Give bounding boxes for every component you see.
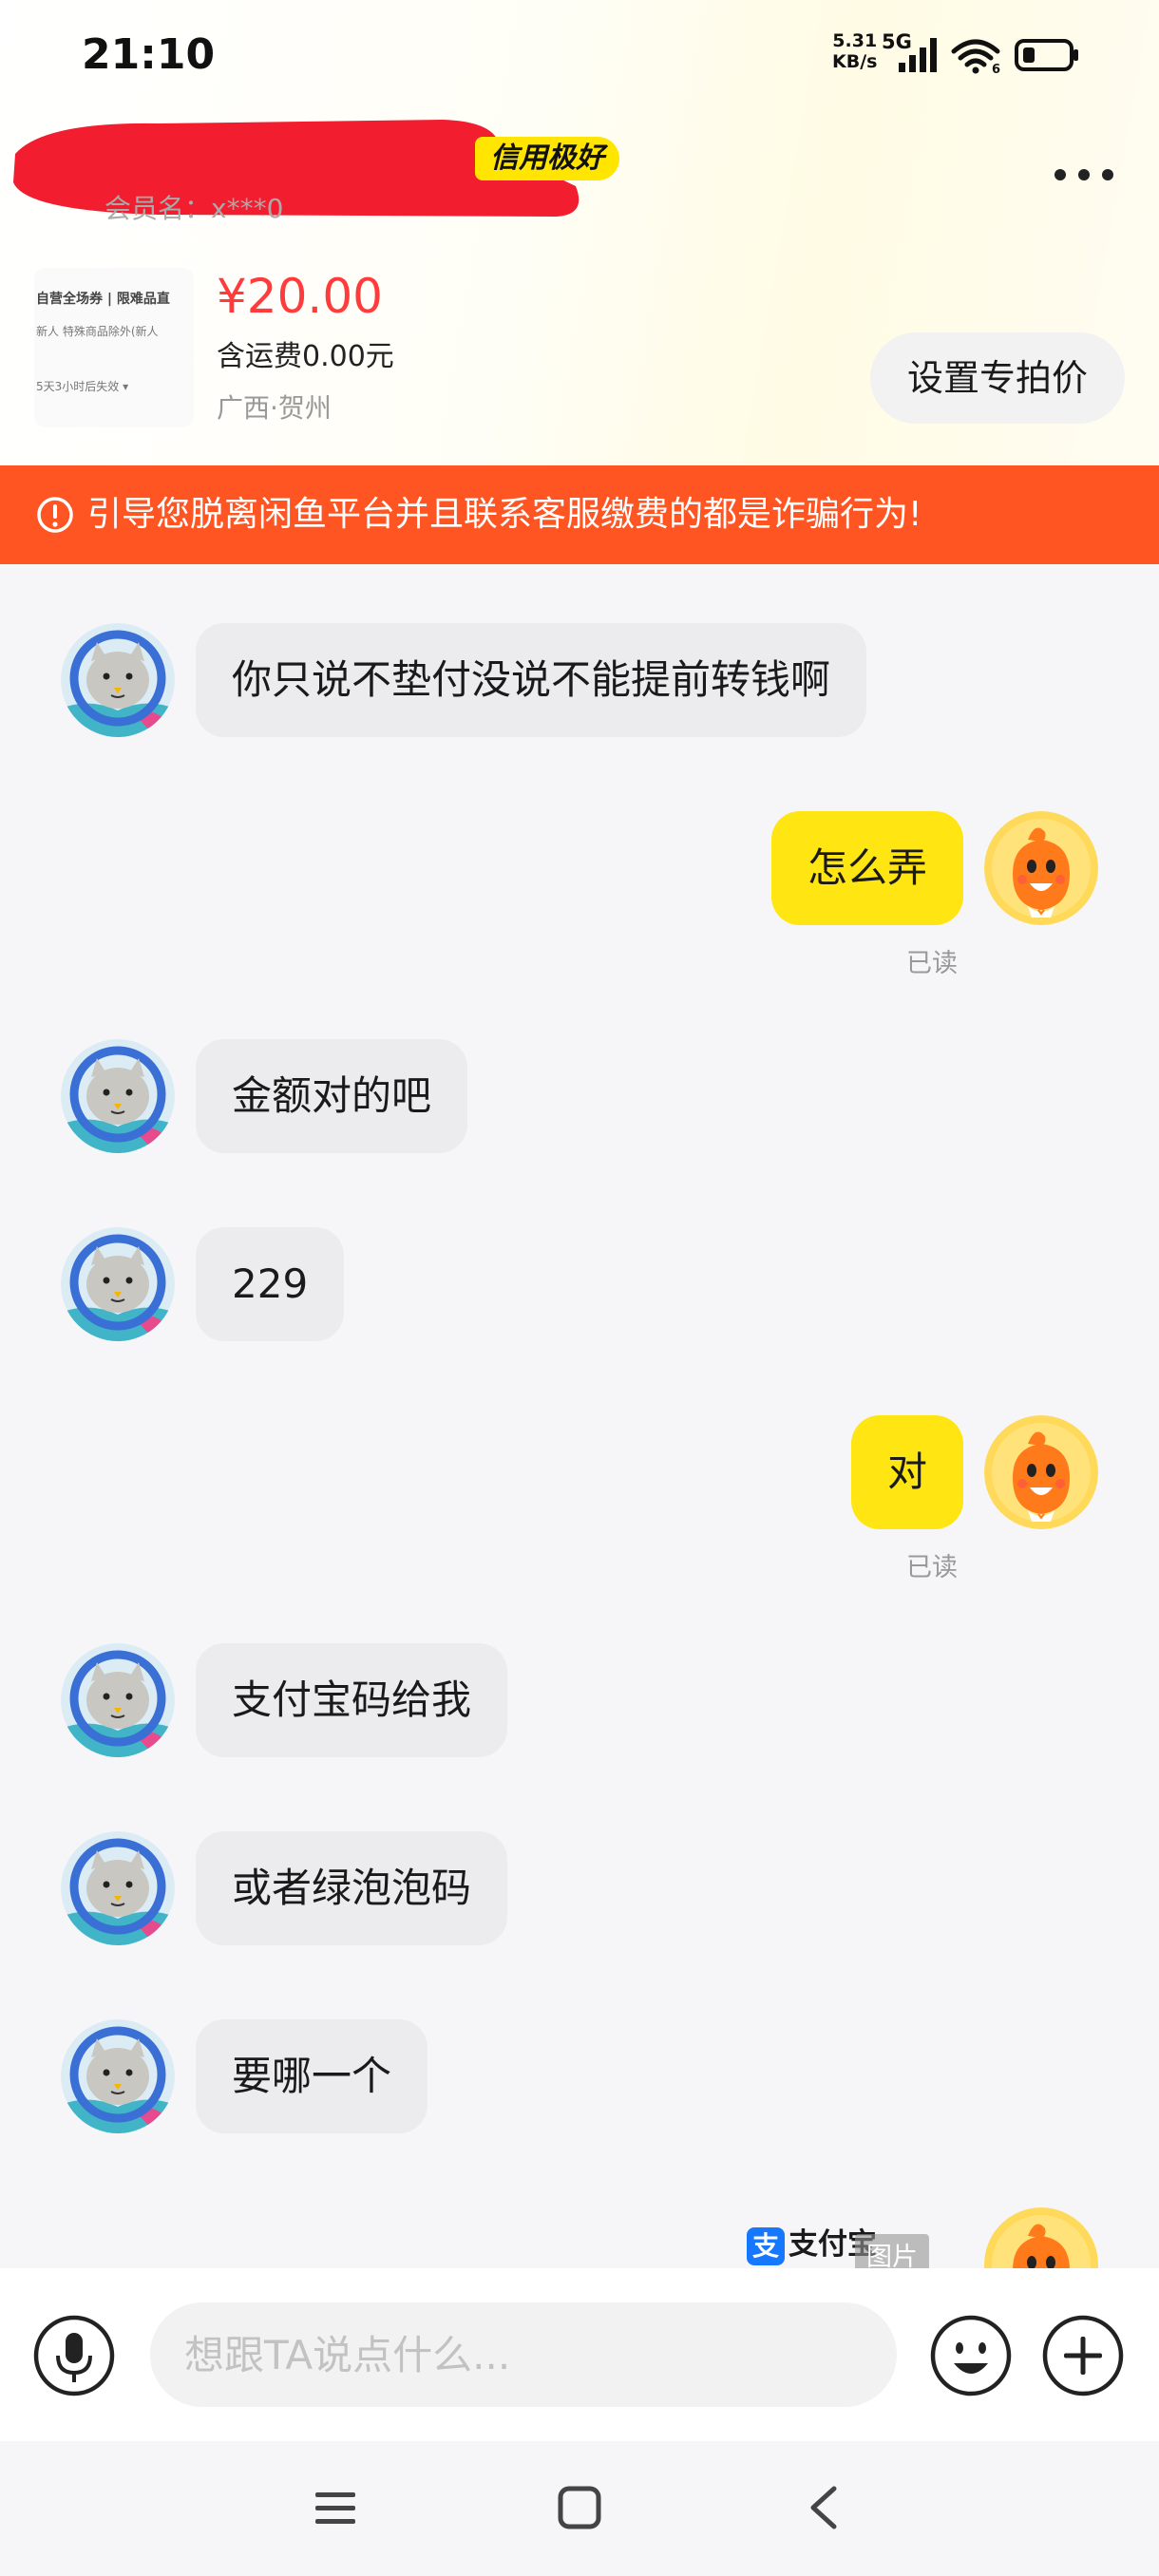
product-thumbnail[interactable]: 自营全场券 | 限难品直 新人 特殊商品除外(新人 5天3小时后失效 ▾ bbox=[34, 268, 194, 427]
message-bubble-in[interactable]: 你只说不垫付没说不能提前转钱啊 bbox=[196, 623, 867, 737]
buyer-avatar[interactable] bbox=[61, 1831, 175, 1945]
emoji-icon[interactable] bbox=[929, 2314, 1013, 2397]
message-bubble-in[interactable]: 229 bbox=[196, 1227, 345, 1341]
message-bubble-in[interactable]: 金额对的吧 bbox=[196, 1039, 468, 1153]
back-chevron-icon[interactable] bbox=[800, 2481, 847, 2534]
thumb-line-3: 5天3小时后失效 ▾ bbox=[36, 380, 129, 393]
wifi-icon: 6 bbox=[951, 39, 1000, 74]
thumb-line-1: 自营全场券 | 限难品直 bbox=[36, 292, 170, 307]
network-speed: 5.31 KB/s bbox=[832, 30, 877, 72]
buyer-avatar[interactable] bbox=[61, 1039, 175, 1153]
menu-icon[interactable] bbox=[310, 2483, 361, 2534]
alipay-logo-icon: 支 bbox=[747, 2226, 785, 2265]
member-name-label: 会员名：x***0 bbox=[104, 193, 284, 224]
location: 广西·贺州 bbox=[217, 392, 332, 424]
thumb-line-2: 新人 特殊商品除外(新人 bbox=[36, 325, 159, 338]
fraud-warning-banner: 引导您脱离闲鱼平台并且联系客服缴费的都是诈骗行为! bbox=[0, 465, 1159, 564]
network-speed-unit: KB/s bbox=[832, 51, 878, 72]
message-bubble-in[interactable]: 支付宝码给我 bbox=[196, 1643, 508, 1757]
message-bubble-in[interactable]: 要哪一个 bbox=[196, 2019, 428, 2133]
seller-avatar[interactable] bbox=[984, 811, 1098, 925]
signal-icon bbox=[899, 38, 937, 72]
seller-avatar[interactable] bbox=[984, 1415, 1098, 1529]
warning-text: 引导您脱离闲鱼平台并且联系客服缴费的都是诈骗行为! bbox=[87, 495, 922, 534]
read-receipt: 已读 bbox=[906, 949, 958, 978]
buyer-avatar[interactable] bbox=[61, 1643, 175, 1757]
battery-icon bbox=[1015, 39, 1078, 71]
message-bubble-out[interactable]: 对 bbox=[850, 1415, 963, 1529]
exclamation-circle-icon bbox=[37, 497, 73, 533]
read-receipt: 已读 bbox=[906, 1553, 958, 1582]
home-square-icon[interactable] bbox=[553, 2481, 606, 2534]
plus-icon[interactable] bbox=[1041, 2314, 1125, 2397]
wifi-level: 6 bbox=[992, 63, 1000, 74]
seller-avatar[interactable] bbox=[984, 2207, 1098, 2270]
buyer-avatar[interactable] bbox=[61, 1227, 175, 1341]
product-price: ¥20.00 bbox=[217, 269, 383, 324]
message-bubble-out[interactable]: 怎么弄 bbox=[770, 811, 963, 925]
shipping-fee: 含运费0.00元 bbox=[217, 340, 394, 373]
message-bubble-in[interactable]: 或者绿泡泡码 bbox=[196, 1831, 508, 1945]
buyer-avatar[interactable] bbox=[61, 623, 175, 737]
set-special-price-button[interactable]: 设置专拍价 bbox=[870, 332, 1125, 424]
more-dots-icon[interactable] bbox=[1053, 167, 1115, 182]
partial-message-area bbox=[0, 2185, 1159, 2270]
buyer-avatar[interactable] bbox=[61, 2019, 175, 2133]
credit-badge: 信用极好 bbox=[475, 137, 619, 180]
message-input[interactable] bbox=[150, 2302, 897, 2407]
status-time: 21:10 bbox=[82, 30, 216, 79]
network-speed-value: 5.31 bbox=[832, 30, 878, 51]
microphone-icon[interactable] bbox=[32, 2314, 116, 2397]
